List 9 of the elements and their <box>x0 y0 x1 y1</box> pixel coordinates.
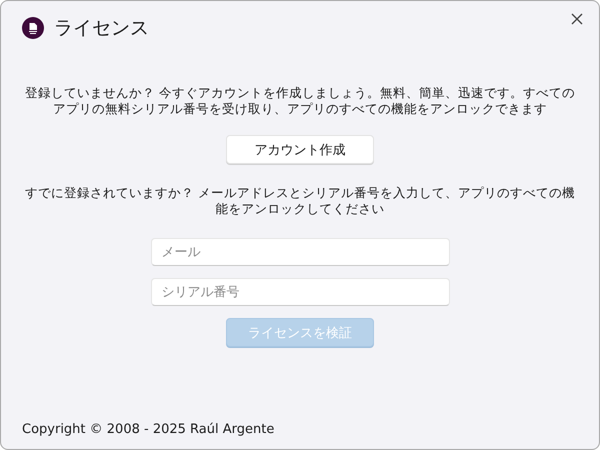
serial-number-field[interactable]: シリアル番号 <box>150 278 450 306</box>
app-logo-icon <box>22 17 44 39</box>
activate-prompt: すでに登録されていますか？ メールアドレスとシリアル番号を入力して、アプリのすべての機能をアンロックしてください <box>24 185 576 217</box>
copyright-text: Copyright © 2008 - 2025 Raúl Argente <box>21 422 276 439</box>
register-prompt: 登録していませんか？ 今すぐアカウントを作成しましょう。無料、簡単、迅速です。すべてのアプリの無料シリアル番号を受け取り、アプリのすべての機能をアンロックできます <box>24 85 576 117</box>
email-field[interactable]: メール <box>150 238 450 266</box>
create-account-button[interactable]: アカウント作成 <box>226 135 374 164</box>
window-title: ライセンス <box>54 16 149 41</box>
close-icon[interactable] <box>569 11 585 27</box>
